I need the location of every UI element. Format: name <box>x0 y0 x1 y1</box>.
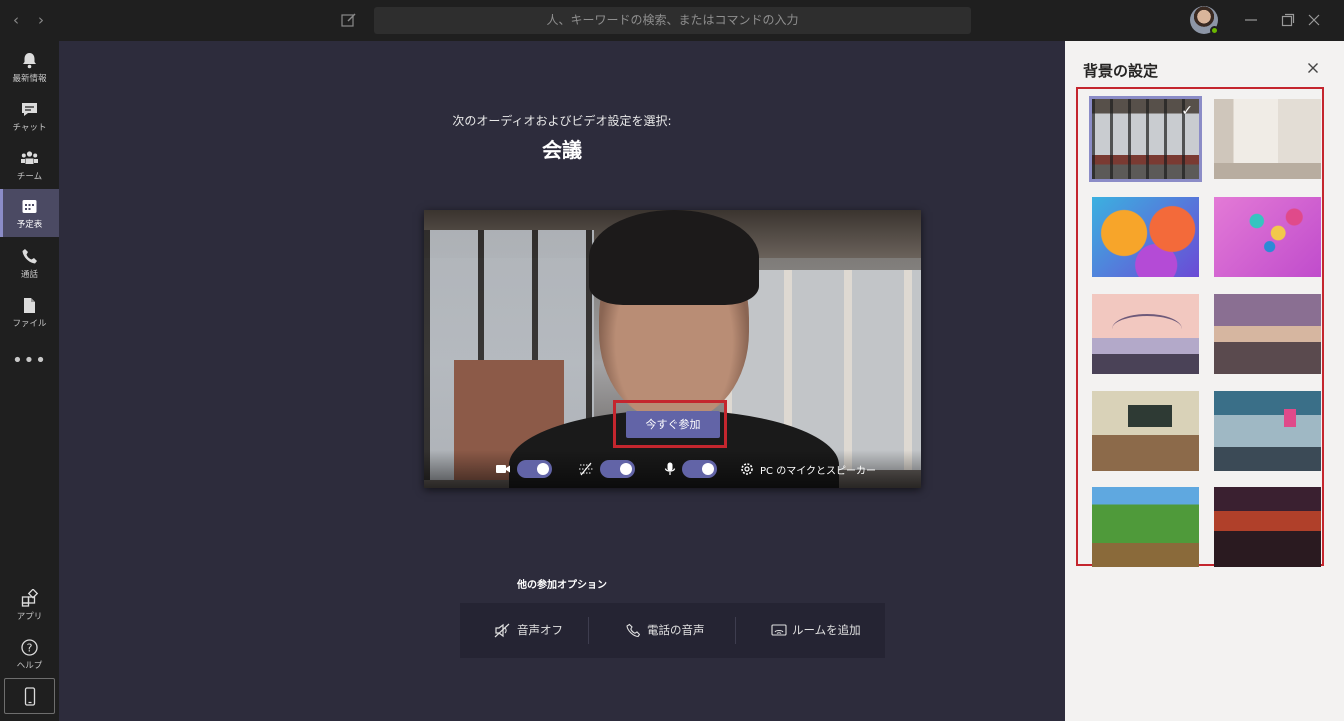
panel-title: 背景の設定 <box>1083 62 1159 80</box>
option-label: 音声オフ <box>517 623 563 637</box>
rail-item-help[interactable]: ? ヘルプ <box>0 630 59 678</box>
background-settings-panel: 背景の設定 ✓ <box>1065 41 1344 721</box>
camera-icon <box>496 465 510 473</box>
bell-icon <box>23 53 36 69</box>
microphone-toggle[interactable] <box>682 460 717 478</box>
thumb-pink-light <box>1284 409 1296 427</box>
video-person-hair <box>589 210 759 305</box>
rail-label: チャット <box>12 123 47 133</box>
rail-label: アプリ <box>16 612 43 622</box>
separator <box>588 617 589 644</box>
presence-status-icon <box>1210 26 1219 35</box>
forward-icon[interactable]: › <box>33 11 49 29</box>
mobile-phone-icon <box>24 687 36 706</box>
background-thumb-minecraft-red[interactable] <box>1214 487 1321 567</box>
background-blur-icon <box>579 462 593 476</box>
add-room-option[interactable]: ルームを追加 <box>771 603 881 658</box>
settings-gear-icon[interactable] <box>739 462 755 476</box>
audio-off-option[interactable]: 音声オフ <box>494 603 590 658</box>
background-grid-highlight: ✓ <box>1076 87 1324 567</box>
join-now-button[interactable]: 今すぐ参加 <box>626 411 720 438</box>
rail-item-teams[interactable]: チーム <box>0 141 59 189</box>
selected-check-icon: ✓ <box>1181 103 1193 119</box>
toggle-knob <box>702 463 714 475</box>
rail-label: チーム <box>16 172 43 182</box>
cast-icon <box>771 624 787 636</box>
background-thumb-orange-balloons[interactable] <box>1092 197 1199 277</box>
close-icon[interactable] <box>1305 60 1321 76</box>
prejoin-screen: 次のオーディオおよびビデオ設定を選択: 会議 今すぐ参加 PC のマイクとスピー… <box>59 41 1065 721</box>
phone-icon <box>626 623 640 638</box>
toggle-knob <box>620 463 632 475</box>
rail-label: 最新情報 <box>12 74 47 84</box>
phone-audio-option[interactable]: 電話の音声 <box>626 603 736 658</box>
background-thumb-mountain-landscape[interactable] <box>1214 294 1321 374</box>
thumb-floor <box>1214 163 1321 179</box>
option-label: 電話の音声 <box>647 623 705 637</box>
audio-device-label[interactable]: PC のマイクとスピーカー <box>760 462 876 477</box>
close-window-icon[interactable] <box>1305 11 1323 29</box>
file-icon <box>24 298 35 313</box>
background-blur-toggle[interactable] <box>600 460 635 478</box>
phone-icon <box>22 249 37 264</box>
mobile-device-button[interactable] <box>4 678 55 714</box>
thumb-bridge-cable <box>1112 314 1182 344</box>
rail-item-chat[interactable]: チャット <box>0 92 59 140</box>
option-label: ルームを追加 <box>792 623 861 637</box>
microphone-icon <box>664 462 676 475</box>
camera-toggle[interactable] <box>517 460 552 478</box>
rail-item-apps[interactable]: アプリ <box>0 581 59 629</box>
maximize-icon[interactable] <box>1279 11 1297 29</box>
app-rail: 最新情報 チャット チーム 予定表 通話 ファイル ••• アプリ ? ヘルプ <box>0 41 59 721</box>
teams-icon <box>21 151 38 164</box>
background-thumb-bridge[interactable] <box>1092 294 1199 374</box>
speaker-off-icon <box>494 623 510 638</box>
more-apps-icon[interactable]: ••• <box>0 350 59 371</box>
other-join-options: 音声オフ 電話の音声 ルームを追加 <box>460 603 885 658</box>
help-icon: ? <box>21 639 38 656</box>
rail-item-activity[interactable]: 最新情報 <box>0 43 59 91</box>
background-thumb-sci-fi-interior[interactable] <box>1214 391 1321 471</box>
toggle-knob <box>537 463 549 475</box>
new-chat-icon[interactable] <box>340 11 358 29</box>
background-thumb-pink-balloons[interactable] <box>1214 197 1321 277</box>
background-thumb-white-room[interactable] <box>1214 99 1321 179</box>
rail-label: ファイル <box>12 319 47 329</box>
meeting-title: 会議 <box>542 138 582 162</box>
other-join-options-title: 他の参加オプション <box>517 580 607 591</box>
thumb-blackboard <box>1128 405 1172 427</box>
minimize-icon[interactable] <box>1242 11 1260 29</box>
search-input[interactable]: 人、キーワードの検索、またはコマンドの入力 <box>374 7 971 34</box>
chat-icon <box>22 103 37 116</box>
svg-text:?: ? <box>27 642 33 655</box>
back-icon[interactable]: ‹ <box>8 11 24 29</box>
apps-icon <box>21 589 39 607</box>
background-thumb-classroom[interactable] <box>1092 391 1199 471</box>
background-thumb-office-room[interactable]: ✓ <box>1089 96 1202 182</box>
rail-label: 予定表 <box>16 220 43 230</box>
rail-item-calls[interactable]: 通話 <box>0 239 59 287</box>
rail-item-calendar[interactable]: 予定表 <box>0 189 59 237</box>
prejoin-prompt: 次のオーディオおよびビデオ設定を選択: <box>452 114 672 128</box>
rail-label: 通話 <box>20 270 38 280</box>
rail-label: ヘルプ <box>16 661 43 671</box>
calendar-icon <box>22 200 37 213</box>
background-thumb-minecraft-green[interactable] <box>1092 487 1199 567</box>
title-bar: ‹ › 人、キーワードの検索、またはコマンドの入力 <box>0 0 1344 41</box>
video-preview: 今すぐ参加 PC のマイクとスピーカー <box>424 210 921 488</box>
separator <box>735 617 736 644</box>
rail-item-files[interactable]: ファイル <box>0 288 59 336</box>
